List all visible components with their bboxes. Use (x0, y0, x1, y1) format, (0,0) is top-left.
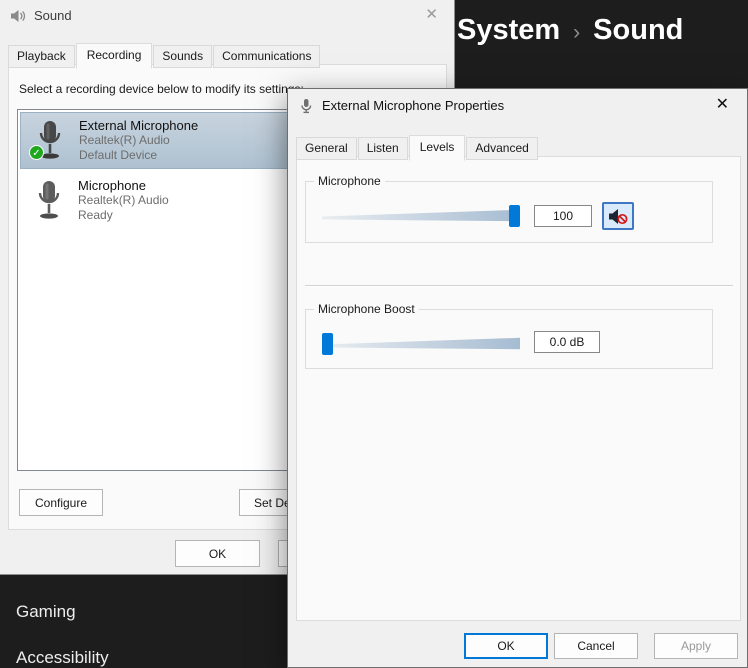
sound-dialog-tabs: Playback Recording Sounds Communications (8, 43, 321, 69)
breadcrumb-system[interactable]: System (457, 14, 560, 47)
tab-advanced[interactable]: Advanced (466, 137, 538, 160)
microphone-device-icon: ✓ (21, 120, 79, 162)
close-icon[interactable]: ✕ (425, 7, 438, 23)
sidebar-item-gaming[interactable]: Gaming (16, 602, 76, 622)
device-driver: Realtek(R) Audio (78, 193, 169, 207)
cancel-button[interactable]: Cancel (554, 633, 638, 659)
tab-listen[interactable]: Listen (357, 137, 408, 160)
mute-button[interactable] (602, 202, 634, 230)
configure-button[interactable]: Configure (19, 489, 103, 516)
boost-group-label: Microphone Boost (314, 302, 419, 316)
microphone-icon (298, 98, 314, 114)
default-device-check-icon: ✓ (29, 144, 44, 160)
screen: System › Sound Gaming Accessibility Soun… (0, 0, 748, 668)
tab-communications[interactable]: Communications (213, 45, 321, 68)
ok-button[interactable]: OK (175, 540, 260, 567)
close-icon[interactable]: ✕ (716, 97, 729, 113)
breadcrumb: System › Sound (457, 14, 683, 47)
sound-dialog-title: Sound (34, 8, 72, 23)
apply-button[interactable]: Apply (654, 633, 738, 659)
device-driver: Realtek(R) Audio (79, 133, 170, 147)
slider-thumb[interactable] (509, 205, 520, 227)
tab-recording[interactable]: Recording (75, 43, 153, 69)
chevron-right-icon: › (573, 20, 581, 44)
microphone-level-group: Microphone 100 (305, 174, 713, 243)
tab-playback[interactable]: Playback (8, 45, 75, 68)
speaker-icon (10, 8, 26, 24)
tab-general[interactable]: General (296, 137, 357, 160)
device-status: Ready (78, 208, 113, 222)
boost-value[interactable]: 0.0 dB (534, 331, 600, 353)
group-separator (305, 285, 733, 287)
microphone-boost-group: Microphone Boost 0.0 dB (305, 302, 713, 369)
sidebar-item-accessibility[interactable]: Accessibility (16, 648, 109, 668)
device-status: Default Device (79, 148, 158, 162)
slider-track (322, 337, 520, 350)
properties-titlebar[interactable]: External Microphone Properties ✕ (288, 89, 747, 122)
microphone-properties-dialog: External Microphone Properties ✕ General… (287, 88, 748, 668)
slider-thumb[interactable] (322, 333, 333, 355)
sound-dialog-titlebar[interactable]: Sound ✕ (0, 0, 454, 31)
tab-sounds[interactable]: Sounds (153, 45, 213, 68)
microphone-level-value[interactable]: 100 (534, 205, 592, 227)
instruction-text: Select a recording device below to modif… (19, 82, 304, 96)
device-name: External Microphone (79, 118, 199, 133)
device-name: Microphone (78, 178, 146, 193)
microphone-level-slider[interactable] (322, 204, 520, 228)
speaker-mute-icon (609, 208, 628, 224)
microphone-device-icon (20, 180, 78, 222)
microphone-boost-slider[interactable] (322, 332, 520, 356)
microphone-group-label: Microphone (314, 174, 385, 188)
properties-tabs: General Listen Levels Advanced (296, 135, 539, 161)
ok-button[interactable]: OK (464, 633, 548, 659)
tab-levels[interactable]: Levels (408, 135, 466, 161)
properties-dialog-title: External Microphone Properties (322, 98, 505, 113)
slider-track (322, 209, 520, 222)
levels-tab-page: Microphone 100 Microphone Boost 0.0 dB (296, 156, 741, 621)
breadcrumb-sound: Sound (593, 14, 684, 46)
